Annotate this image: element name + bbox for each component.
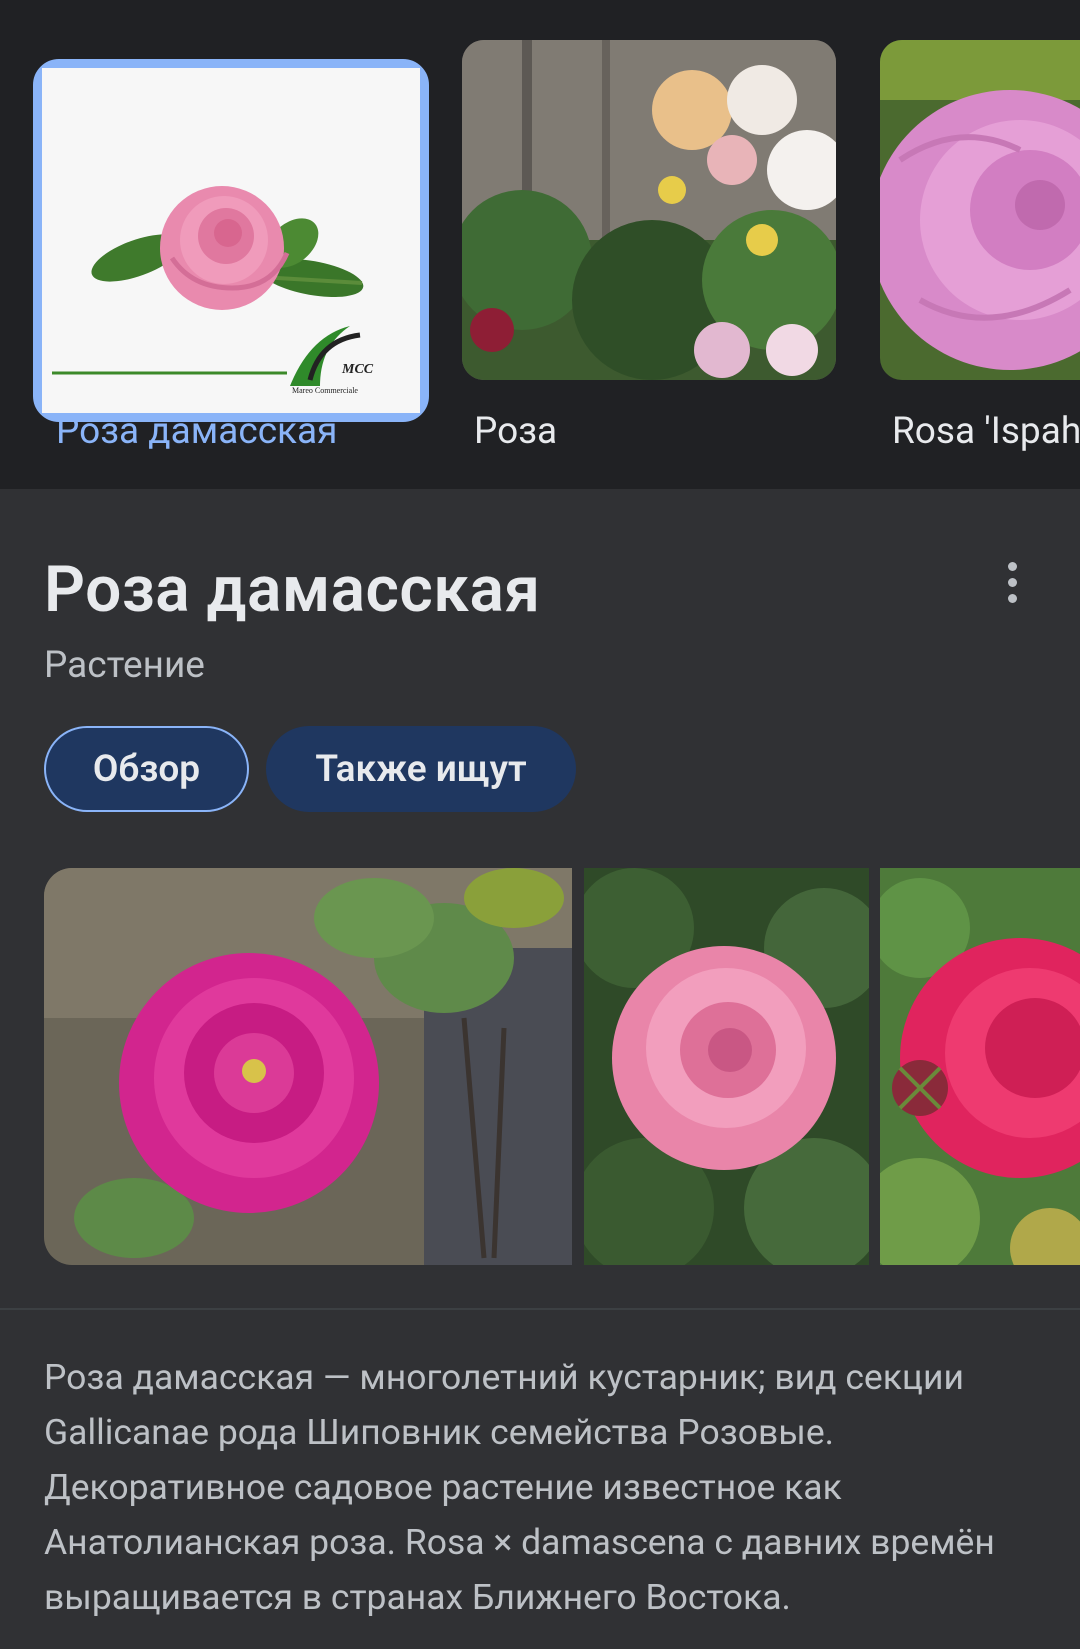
entity-description: Роза дамасская — многолетний кустарник; … [44, 1356, 995, 1618]
tab-overview[interactable]: Обзор [44, 726, 249, 812]
more-vert-icon [1007, 561, 1017, 571]
rose-bouquet-image [462, 40, 836, 380]
logo-text: MCC [341, 362, 374, 377]
pink-rose-image [880, 40, 1080, 380]
more-options-button[interactable] [990, 560, 1034, 604]
tab-also-searched[interactable]: Также ищут [266, 726, 576, 812]
carousel-item-label: Роза дамасская [56, 410, 338, 453]
section-divider [0, 1308, 1080, 1310]
rose-product-image: MCC Mareo Commerciale [42, 68, 420, 413]
more-vert-icon-dot [1007, 577, 1017, 587]
carousel-item-label: Роза [474, 410, 558, 453]
logo-subtext: Mareo Commerciale [292, 386, 358, 395]
gallery-image-magenta-rose[interactable] [44, 868, 572, 1265]
image-gallery[interactable] [0, 868, 1080, 1265]
gallery-image-pink-rose[interactable] [584, 868, 869, 1265]
more-vert-icon-dot [1007, 593, 1017, 603]
entity-title: Роза дамасская [44, 552, 541, 627]
gallery-image-red-rose[interactable] [880, 868, 1080, 1265]
related-entities-carousel[interactable]: MCC Mareo Commerciale Роза дамасская Роз… [0, 0, 1080, 489]
entity-subtitle: Растение [44, 644, 205, 687]
selected-thumbnail-frame: MCC Mareo Commerciale [33, 59, 429, 422]
carousel-item-label: Rosa 'Ispah [892, 410, 1080, 453]
